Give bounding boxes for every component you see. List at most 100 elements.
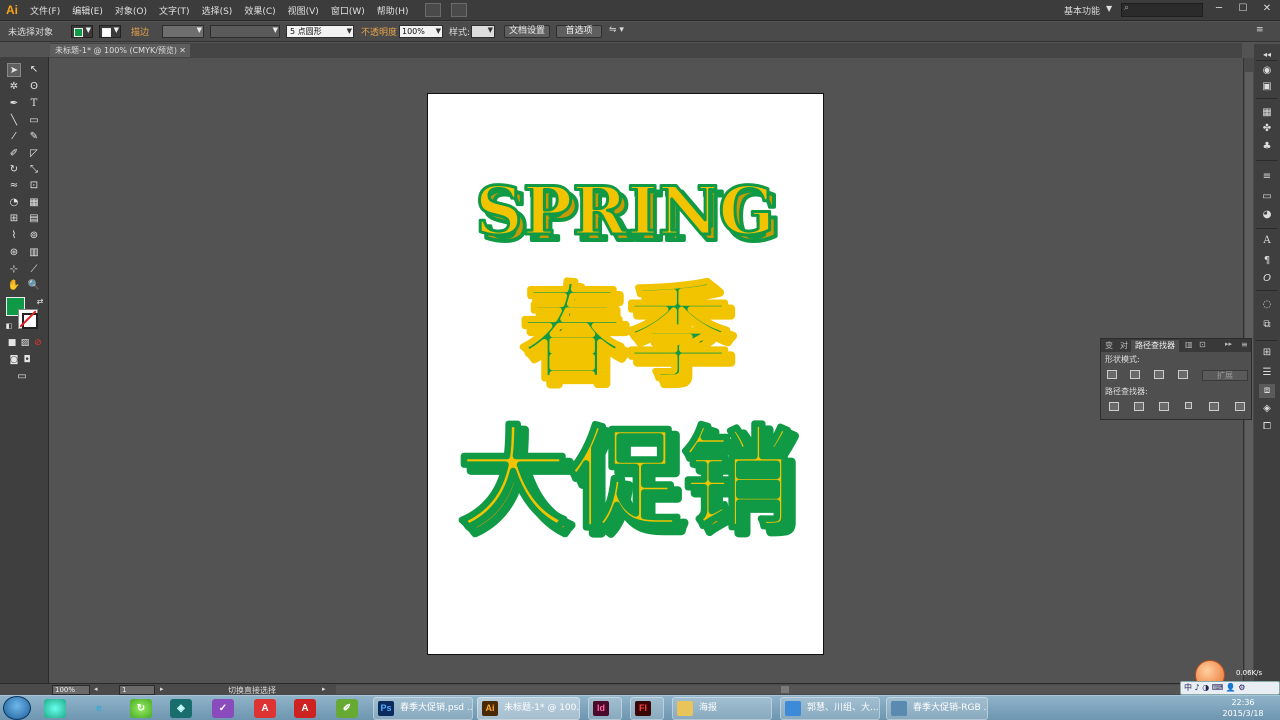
stroke-label[interactable]: 描边 <box>131 25 149 38</box>
width-tool-icon[interactable]: ≈ <box>7 179 21 193</box>
line-segment-tool-icon[interactable]: ╲ <box>7 114 21 128</box>
menu-window[interactable]: 窗口(W) <box>325 4 371 17</box>
menu-select[interactable]: 选择(S) <box>196 4 239 17</box>
workspace-switcher[interactable]: 基本功能 <box>1064 4 1100 17</box>
brushes-panel-icon[interactable]: ✤ <box>1259 122 1275 136</box>
none-mode-icon[interactable]: ⊘ <box>31 336 45 350</box>
close-button[interactable]: ✕ <box>1258 2 1276 16</box>
app-pinned-icon[interactable]: ↻ <box>130 699 152 718</box>
symbols-panel-icon[interactable]: ♣ <box>1259 140 1275 154</box>
menu-effect[interactable]: 效果(C) <box>238 4 281 17</box>
tab-extra-1[interactable]: ▥ <box>1185 340 1193 349</box>
menu-type[interactable]: 文字(T) <box>153 4 196 17</box>
panel-menu-icon[interactable]: ≡ <box>1241 340 1248 349</box>
draw-mode-icon[interactable]: ◙ <box>7 353 21 367</box>
next-artboard-icon[interactable]: ▸ <box>160 685 164 693</box>
unite-icon[interactable] <box>1107 370 1117 379</box>
color-panel-icon[interactable]: ◉ <box>1259 64 1275 78</box>
pencil-tool-icon[interactable]: ✎ <box>27 130 41 144</box>
tab-pathfinder[interactable]: 路径查找器 <box>1131 340 1179 352</box>
horizontal-scrollbar[interactable] <box>336 685 1236 694</box>
free-transform-tool-icon[interactable]: ⊡ <box>27 179 41 193</box>
headline-spring-season[interactable]: 春季 春季 <box>518 271 740 404</box>
stroke-color-picker[interactable]: ▼ <box>99 25 121 38</box>
scale-tool-icon[interactable]: ⤡ <box>27 163 41 177</box>
rotate-tool-icon[interactable]: ↻ <box>7 163 21 177</box>
hand-tool-icon[interactable]: ✋ <box>7 279 21 293</box>
app-pinned-icon[interactable] <box>44 699 66 718</box>
draw-behind-icon[interactable]: ◘ <box>20 353 34 367</box>
shape-builder-tool-icon[interactable]: ◔ <box>7 196 21 210</box>
slice-tool-icon[interactable]: ⟋ <box>27 263 41 277</box>
opacity-input[interactable]: 100% ▼ <box>399 25 443 38</box>
gradient-tool-icon[interactable]: ▤ <box>27 212 41 226</box>
graphic-styles-panel-icon[interactable]: ⧉ <box>1259 318 1275 332</box>
stroke-panel-icon[interactable]: ≡ <box>1259 170 1275 184</box>
swap-colors-icon[interactable]: ⇄ <box>33 295 47 309</box>
zoom-dropdown[interactable]: 100% <box>52 685 90 695</box>
color-mode-icon[interactable]: ■ <box>5 336 19 350</box>
chevron-down-icon[interactable]: ▼ <box>1106 4 1112 13</box>
taskbar-window-illustrator[interactable]: Ai 未标题-1* @ 100... <box>477 697 580 720</box>
screen-mode-icon[interactable]: ▭ <box>15 370 29 384</box>
help-search-input[interactable]: ⌕ <box>1121 3 1203 17</box>
layers-panel-icon[interactable]: ◈ <box>1259 402 1275 416</box>
stroke-weight-dropdown[interactable]: ▼ <box>162 25 204 38</box>
menu-view[interactable]: 视图(V) <box>282 4 325 17</box>
paintbrush-tool-icon[interactable]: ⁄ <box>7 130 21 144</box>
divide-icon[interactable] <box>1109 402 1119 411</box>
fill-color-picker[interactable]: ▼ <box>71 25 93 38</box>
arrange-icon[interactable]: ⇋ ▾ <box>609 25 624 35</box>
lasso-tool-icon[interactable]: ʘ <box>27 80 41 94</box>
expand-button[interactable]: 扩展 <box>1202 370 1248 381</box>
direct-selection-tool-icon[interactable]: ↖ <box>27 63 41 77</box>
eraser-tool-icon[interactable]: ◸ <box>27 147 41 161</box>
exclude-icon[interactable] <box>1178 370 1188 379</box>
crop-icon[interactable] <box>1185 402 1192 409</box>
bridge-icon[interactable] <box>424 3 441 17</box>
tab-extra-2[interactable]: ⊡ <box>1199 340 1206 349</box>
taskbar-window-flash[interactable]: Fl <box>630 697 664 720</box>
align-panel-icon[interactable]: ⊞ <box>1259 346 1275 360</box>
headline-spring[interactable]: SPRING SPRING <box>474 171 783 259</box>
menu-edit[interactable]: 编辑(E) <box>66 4 109 17</box>
artboard-tool-icon[interactable]: ⊹ <box>7 263 21 277</box>
dreamweaver-icon[interactable]: ◈ <box>170 699 192 718</box>
menu-file[interactable]: 文件(F) <box>24 4 66 17</box>
onenote-icon[interactable]: ✓ <box>212 699 234 718</box>
perspective-grid-tool-icon[interactable]: ▦ <box>27 196 41 210</box>
pathfinder-panel-icon[interactable]: ⧈ <box>1259 384 1275 398</box>
outline-icon[interactable] <box>1209 402 1219 411</box>
merge-icon[interactable] <box>1159 402 1169 411</box>
taskbar-window-image-viewer[interactable]: 春季大促销-RGB ... <box>886 697 988 720</box>
blend-tool-icon[interactable]: ⊚ <box>27 229 41 243</box>
minus-front-icon[interactable] <box>1130 370 1140 379</box>
collapse-icon[interactable]: ▸▸ <box>1225 340 1232 348</box>
start-button[interactable] <box>3 696 31 720</box>
ime-toolbar[interactable]: 中 ♪ ◑ ⌨ 👤 ⚙ <box>1180 681 1280 695</box>
zoom-tool-icon[interactable]: 🔍 <box>27 279 41 293</box>
status-menu-arrow-icon[interactable]: ▸ <box>322 685 326 693</box>
taskbar-window-photoshop[interactable]: Ps 春季大促销.psd ... <box>373 697 473 720</box>
acrobat-icon[interactable]: A <box>254 699 276 718</box>
pen-tool-icon[interactable]: ✒ <box>7 97 21 111</box>
close-icon[interactable]: ✕ <box>179 44 186 57</box>
brush-definition-dropdown[interactable]: 5 点圆形 ▼ <box>286 25 354 38</box>
panel-menu-icon[interactable]: ≡ <box>1256 25 1264 35</box>
taskbar-window-folder[interactable]: 海报 <box>672 697 772 720</box>
trim-icon[interactable] <box>1134 402 1144 411</box>
appearance-panel-icon[interactable]: ◌ <box>1259 298 1275 312</box>
taskbar-window-chat[interactable]: 郭慧、川组、大... <box>780 697 880 720</box>
horizontal-scrollbar-thumb[interactable] <box>781 686 789 693</box>
type-tool-icon[interactable]: T <box>27 97 41 111</box>
column-graph-tool-icon[interactable]: ▥ <box>27 246 41 260</box>
artboard-number-dropdown[interactable]: 1 <box>119 685 155 695</box>
artboards-panel-icon[interactable]: ⧠ <box>1259 420 1275 434</box>
mesh-tool-icon[interactable]: ⊞ <box>7 212 21 226</box>
opentype-panel-icon[interactable]: O <box>1259 272 1275 286</box>
transform-panel-icon[interactable]: ☰ <box>1259 366 1275 380</box>
preferences-button[interactable]: 首选项 <box>556 25 602 38</box>
minus-back-icon[interactable] <box>1235 402 1245 411</box>
default-colors-icon[interactable]: ◧ <box>2 319 16 333</box>
variable-width-dropdown[interactable]: ▼ <box>210 25 280 38</box>
